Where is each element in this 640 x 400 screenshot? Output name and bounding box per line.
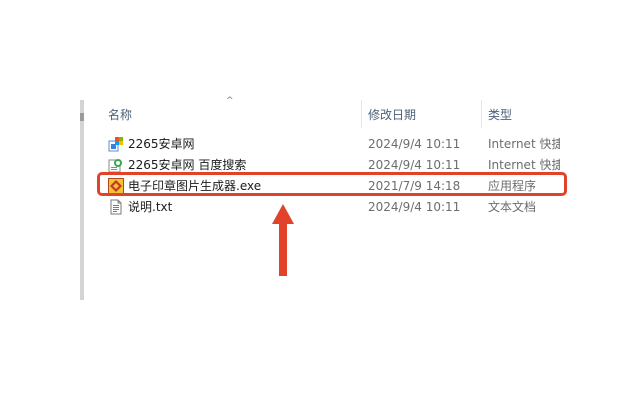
arrow-up-icon: [272, 204, 294, 276]
file-date-modified: 2024/9/4 10:11: [368, 137, 461, 151]
internet-shortcut-icon: [108, 157, 124, 173]
sort-ascending-icon: ^: [226, 96, 234, 106]
column-header-type[interactable]: 类型: [488, 107, 512, 123]
file-type: Internet 快捷方式: [488, 137, 560, 151]
explorer-screenshot: ^ 名称 修改日期 类型 2265安卓网 2024/9/4 10:11 Inte…: [0, 0, 640, 400]
file-type: 文本文档: [488, 200, 537, 214]
file-name: 2265安卓网: [128, 137, 195, 151]
file-date-modified: 2024/9/4 10:11: [368, 200, 461, 214]
column-separator[interactable]: [481, 100, 482, 128]
pane-divider: [80, 100, 84, 300]
file-name: 2265安卓网 百度搜索: [128, 158, 247, 172]
pane-divider-handle[interactable]: [80, 113, 84, 121]
file-date-modified: 2024/9/4 10:11: [368, 158, 461, 172]
text-document-icon: [108, 199, 124, 215]
internet-shortcut-icon: [108, 136, 124, 152]
file-row[interactable]: 说明.txt 2024/9/4 10:11 文本文档: [100, 197, 570, 218]
file-row[interactable]: 2265安卓网 2024/9/4 10:11 Internet 快捷方式: [100, 134, 570, 155]
column-header-date-modified[interactable]: 修改日期: [368, 107, 416, 123]
file-type: Internet 快捷方式: [488, 158, 560, 172]
highlight-annotation: [97, 172, 567, 196]
column-header-name[interactable]: 名称: [108, 107, 132, 123]
column-separator[interactable]: [361, 100, 362, 128]
file-name: 说明.txt: [128, 200, 173, 214]
